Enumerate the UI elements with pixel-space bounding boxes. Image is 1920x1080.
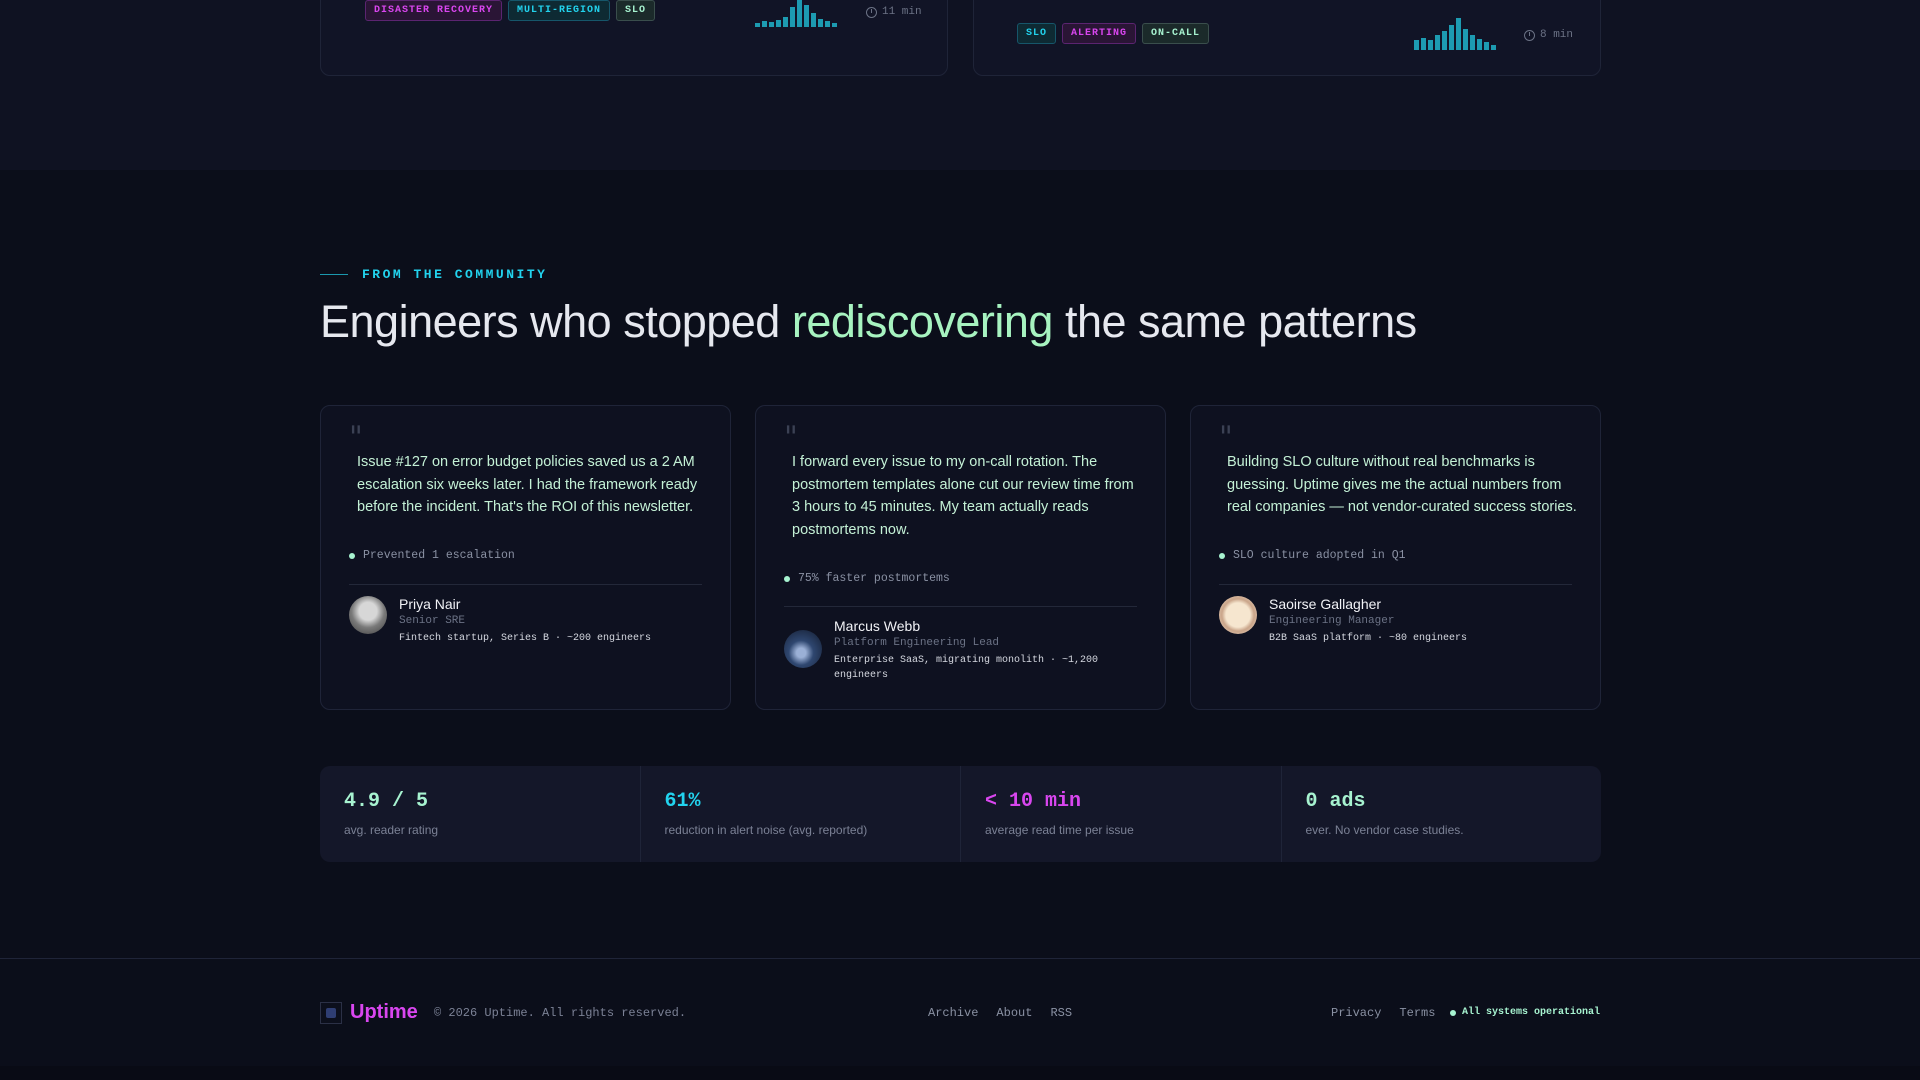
brand-name: Uptime [350,1001,418,1023]
section-headline: Engineers who stopped rediscovering the … [320,296,1417,348]
stat-label: average read time per issue [985,823,1134,837]
author-name: Saoirse Gallagher [1269,596,1382,612]
headline-start: Engineers who stopped [320,296,792,347]
testimonial-metric: Prevented 1 escalation [349,549,515,562]
metric-dot-icon [784,575,790,582]
stat-label: reduction in alert noise (avg. reported) [664,823,868,837]
read-time: 8 min [1524,29,1573,41]
footer-link-archive[interactable]: Archive [928,1006,978,1020]
quote-icon: " [1219,420,1233,455]
testimonial-metric: SLO culture adopted in Q1 [1219,549,1406,562]
read-time-label: 8 min [1540,29,1574,41]
testimonial-card: " Building SLO culture without real benc… [1190,405,1601,710]
status-label: All systems operational [1462,1007,1601,1018]
quote-icon: " [784,420,798,455]
metric-label: Prevented 1 escalation [363,549,515,562]
stat-value: < 10 min [985,790,1082,813]
logo-icon [320,1001,342,1024]
system-status[interactable]: All systems operational [1450,1007,1600,1018]
tag-on-call[interactable]: ON-CALL [1142,23,1210,44]
stat-rating: 4.9 / 5 avg. reader rating [320,766,641,862]
engagement-sparkline [1414,18,1496,50]
tag-alerting[interactable]: ALERTING [1062,23,1137,44]
avatar [349,596,387,634]
testimonial-author: Marcus Webb Platform Engineering Lead En… [784,604,1124,683]
footer-nav: Archive About RSS [928,1006,1072,1020]
author-name: Marcus Webb [834,618,921,634]
author-company: B2B SaaS platform · ~80 engineers [1269,633,1468,644]
author-role: Platform Engineering Lead [834,637,1000,649]
stat-value: 61% [664,790,701,813]
testimonial-author: Saoirse Gallagher Engineering Manager B2… [1219,582,1467,646]
testimonial-quote: Issue #127 on error budget policies save… [357,454,698,515]
testimonial-card: " Issue #127 on error budget policies sa… [320,405,731,710]
tag-multi-region[interactable]: MULTI-REGION [508,0,611,21]
stats-strip: 4.9 / 5 avg. reader rating 61% reduction… [320,766,1601,862]
stat-value: 4.9 / 5 [344,790,429,813]
footer-legal: Privacy Terms [1331,1006,1435,1020]
footer-bottom-strip [0,1066,1920,1080]
metric-label: SLO culture adopted in Q1 [1233,549,1406,562]
testimonial-quote: I forward every issue to my on-call rota… [792,454,1134,538]
author-role: Engineering Manager [1269,615,1395,627]
avatar [1219,596,1257,634]
recent-issues-band [0,0,1920,170]
stat-read-time: < 10 min average read time per issue [961,766,1282,862]
footer-brand[interactable]: Uptime [320,1001,418,1024]
metric-dot-icon [349,552,355,559]
author-company: Fintech startup, Series B · ~200 enginee… [399,633,652,644]
status-dot-icon [1450,1009,1456,1016]
issue-tags: DISASTER RECOVERY MULTI-REGION SLO [365,0,656,21]
issue-tags: SLO ALERTING ON-CALL [1017,23,1210,44]
footer-link-terms[interactable]: Terms [1399,1006,1435,1020]
stat-value: 0 ads [1305,790,1366,813]
headline-highlight: rediscovering [791,296,1054,347]
clock-icon [1524,29,1535,41]
stat-label: avg. reader rating [344,823,439,837]
footer-link-privacy[interactable]: Privacy [1331,1006,1381,1020]
tag-slo[interactable]: SLO [616,0,656,21]
metric-label: 75% faster postmortems [798,572,950,585]
clock-icon [866,6,877,18]
metric-dot-icon [1219,552,1225,559]
issue-card[interactable]: SLO ALERTING ON-CALL 8 min [973,0,1601,76]
quote-icon: " [349,420,363,455]
footer-link-about[interactable]: About [996,1006,1032,1020]
stat-ads: 0 ads ever. No vendor case studies. [1282,766,1602,862]
section-eyebrow: FROM THE COMMUNITY [320,267,547,282]
author-role: Senior SRE [399,615,466,627]
copyright: © 2026 Uptime. All rights reserved. [434,1006,687,1020]
testimonial-card: " I forward every issue to my on-call ro… [755,405,1166,710]
author-name: Priya Nair [399,596,461,612]
eyebrow-rule [320,274,348,275]
engagement-sparkline [755,0,837,27]
eyebrow-label: FROM THE COMMUNITY [362,267,548,282]
stat-label: ever. No vendor case studies. [1305,823,1464,837]
testimonial-metric: 75% faster postmortems [784,572,950,585]
headline-end: the same patterns [1052,296,1417,347]
tag-disaster-recovery[interactable]: DISASTER RECOVERY [365,0,503,21]
avatar [784,630,822,668]
read-time: 11 min [866,6,922,18]
tag-slo[interactable]: SLO [1017,23,1057,44]
author-company: Enterprise SaaS, migrating monolith · ~1… [834,655,1099,681]
testimonial-author: Priya Nair Senior SRE Fintech startup, S… [349,582,651,646]
testimonial-quote: Building SLO culture without real benchm… [1227,454,1577,515]
read-time-label: 11 min [882,6,922,18]
stat-alert-noise: 61% reduction in alert noise (avg. repor… [641,766,961,862]
footer-link-rss[interactable]: RSS [1050,1006,1072,1020]
issue-card[interactable]: DISASTER RECOVERY MULTI-REGION SLO 11 mi… [320,0,948,76]
